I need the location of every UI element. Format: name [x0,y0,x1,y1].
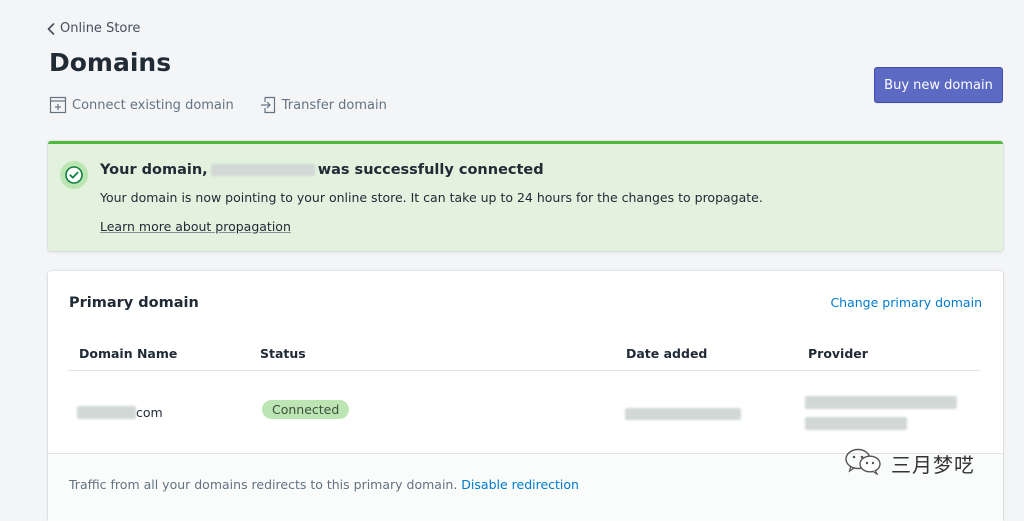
watermark: 三月梦呓 [843,447,975,479]
redacted-provider-line-2 [805,417,907,430]
chevron-left-icon [46,22,56,36]
redirect-notice: Traffic from all your domains redirects … [69,477,579,492]
banner-message: Your domain is now pointing to your onli… [100,190,763,205]
redirect-notice-text: Traffic from all your domains redirects … [69,477,458,492]
status-badge: Connected [262,400,350,419]
disable-redirection-link[interactable]: Disable redirection [461,477,579,492]
transfer-domain-label: Transfer domain [281,97,387,113]
column-header-domain-name: Domain Name [79,346,178,361]
transfer-domain-button[interactable]: Transfer domain [258,95,387,115]
table-row-domain: com [77,405,163,420]
learn-more-propagation-link[interactable]: Learn more about propagation [100,219,291,234]
breadcrumb-label: Online Store [60,21,141,36]
transfer-domain-icon [258,95,278,115]
banner-title: Your domain, was successfully connected [100,162,544,178]
connect-existing-domain-button[interactable]: Connect existing domain [48,95,234,115]
success-banner: Your domain, was successfully connected … [48,141,1003,251]
redacted-provider-line-1 [805,396,957,409]
check-circle-icon [60,161,88,189]
connect-existing-domain-label: Connect existing domain [72,97,234,113]
column-header-date-added: Date added [626,346,708,361]
domain-suffix: com [136,405,163,420]
redacted-domain-name [77,406,136,419]
primary-domain-card: Primary domain Change primary domain Dom… [48,271,1003,521]
card-title: Primary domain [69,295,199,311]
wechat-icon [843,447,883,479]
banner-title-prefix: Your domain, [100,162,208,178]
page-title: Domains [49,48,172,77]
change-primary-domain-link[interactable]: Change primary domain [830,295,982,310]
connect-domain-icon [48,95,68,115]
column-header-status: Status [260,346,306,361]
header-divider [68,370,980,371]
watermark-text: 三月梦呓 [891,452,975,477]
column-header-provider: Provider [808,346,868,361]
banner-title-suffix: was successfully connected [317,162,544,178]
buy-new-domain-button[interactable]: Buy new domain [874,67,1003,103]
redacted-date-added [625,408,741,420]
breadcrumb-online-store[interactable]: Online Store [46,21,140,36]
redacted-domain [210,164,315,176]
page-actions: Connect existing domain Transfer domain [48,95,387,115]
